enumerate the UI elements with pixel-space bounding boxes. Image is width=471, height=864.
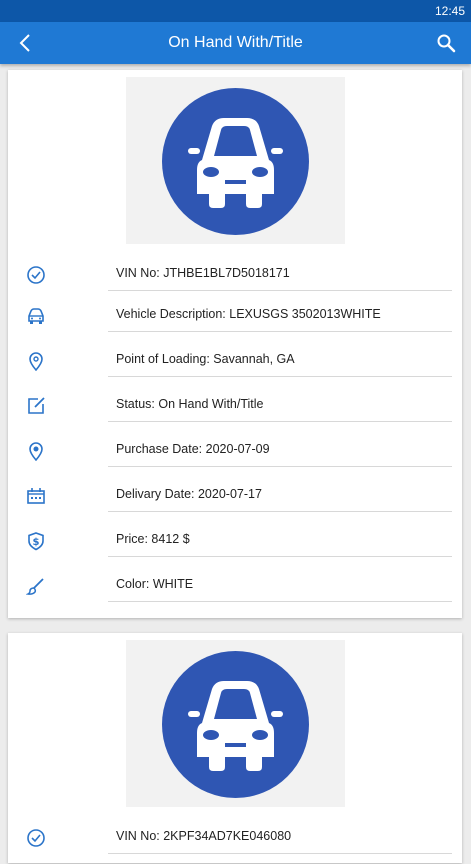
purchase-date-row: Purchase Date: 2020-07-09 (8, 432, 462, 477)
status-text: Status: On Hand With/Title (108, 387, 452, 422)
back-button[interactable] (12, 30, 38, 56)
delivery-date-row: Delivary Date: 2020-07-17 (8, 477, 462, 522)
price-text: Price: 8412 $ (108, 522, 452, 557)
delivery-date-text: Delivary Date: 2020-07-17 (108, 477, 452, 512)
vin-row: VIN No: 2KPF34AD7KE046080 (8, 819, 462, 864)
app-bar: On Hand With/Title (0, 22, 471, 64)
car-icon (162, 651, 309, 798)
status-row: Status: On Hand With/Title (8, 387, 462, 432)
paint-brush-icon (25, 576, 46, 596)
loading-text: Point of Loading: Savannah, GA (108, 342, 452, 377)
car-outline-icon (26, 306, 46, 326)
vin-text: VIN No: JTHBE1BL7D5018171 (108, 256, 452, 291)
check-circle-icon (26, 828, 46, 848)
status-time: 12:45 (434, 4, 465, 18)
vehicle-image (126, 640, 345, 807)
edit-square-icon (26, 396, 46, 416)
vehicle-card[interactable]: VIN No: JTHBE1BL7D5018171 Vehicle Descri… (8, 70, 462, 618)
vehicle-card[interactable]: VIN No: 2KPF34AD7KE046080 (8, 633, 462, 863)
location-pin-icon (26, 351, 46, 372)
car-icon (162, 88, 309, 235)
search-button[interactable] (433, 30, 459, 56)
description-text: Vehicle Description: LEXUSGS 3502013WHIT… (108, 297, 452, 332)
vehicle-image (126, 77, 345, 244)
color-text: Color: WHITE (108, 567, 452, 602)
status-bar: 12:45 (0, 0, 471, 22)
calendar-icon (26, 486, 46, 506)
vin-text: VIN No: 2KPF34AD7KE046080 (108, 819, 452, 854)
vin-row: VIN No: JTHBE1BL7D5018171 (8, 256, 462, 301)
color-row: Color: WHITE (8, 567, 462, 612)
dollar-shield-icon: $ (26, 531, 46, 551)
svg-text:$: $ (33, 537, 40, 548)
price-row: $ Price: 8412 $ (8, 522, 462, 567)
loading-row: Point of Loading: Savannah, GA (8, 342, 462, 387)
location-pin-filled-icon (26, 441, 46, 462)
description-row: Vehicle Description: LEXUSGS 3502013WHIT… (8, 297, 462, 342)
chevron-left-icon (19, 34, 30, 52)
search-icon (437, 34, 456, 53)
page-title: On Hand With/Title (168, 34, 303, 51)
purchase-date-text: Purchase Date: 2020-07-09 (108, 432, 452, 467)
check-circle-icon (26, 265, 46, 285)
